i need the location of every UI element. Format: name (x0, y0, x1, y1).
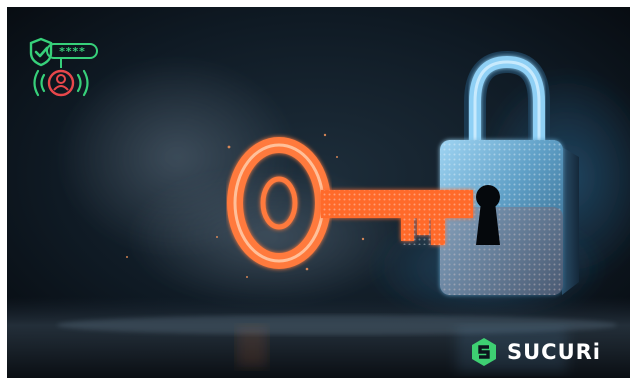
brand-name: SUCURi (507, 340, 602, 364)
hero-image: **** SUCURi (7, 7, 630, 378)
sucuri-logo-icon (472, 338, 496, 366)
user-signal-icon (33, 69, 89, 97)
security-badge: **** (29, 37, 98, 97)
password-mask: **** (59, 45, 86, 58)
sucuri-brand: SUCURi (469, 337, 601, 367)
